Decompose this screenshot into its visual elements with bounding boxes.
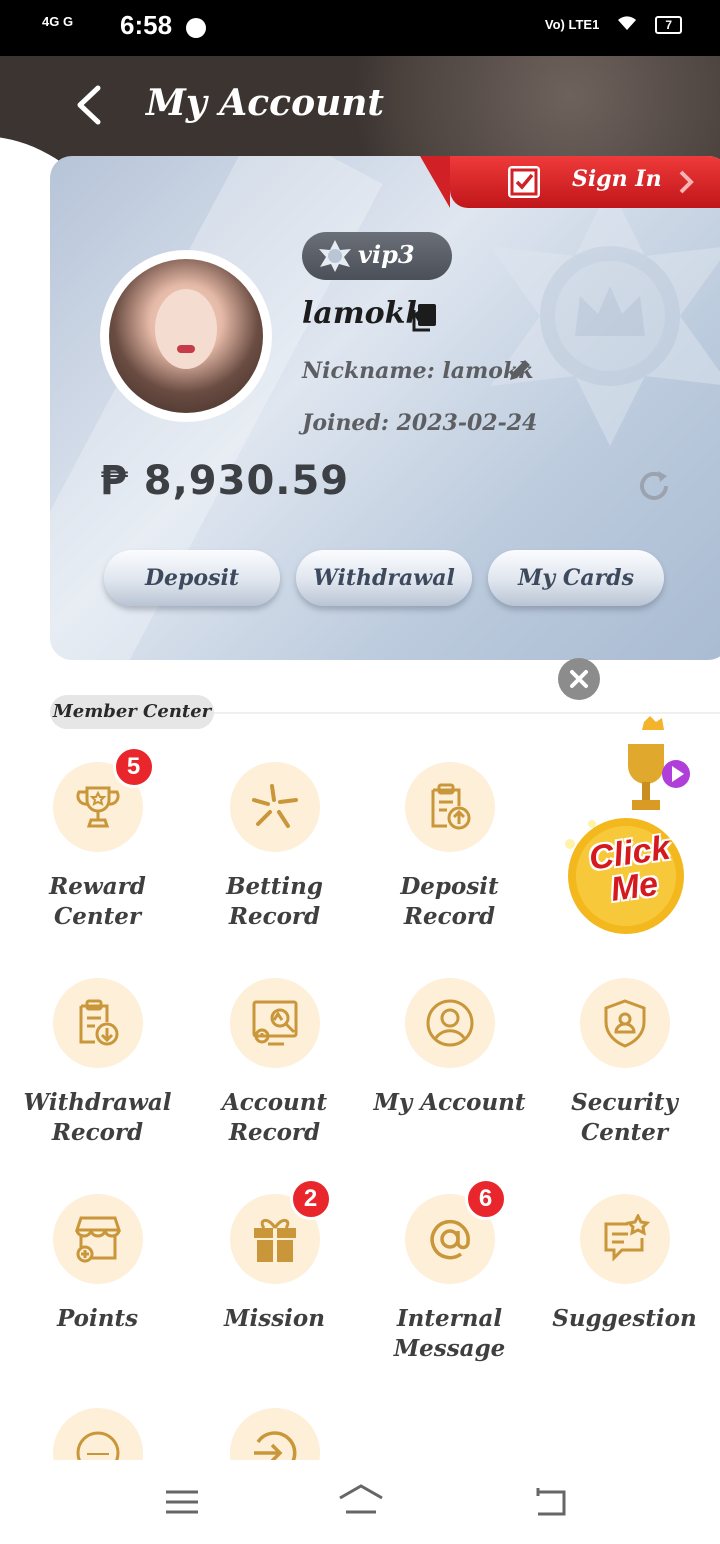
notification-badge: 5 [112,746,155,788]
click-me-promo[interactable]: Click Me [558,716,698,936]
messenger-icon [186,18,206,38]
trophy-icon [75,786,120,828]
menu-label: Reward Center [49,873,146,930]
chat-star-icon [604,1214,650,1262]
menu-label: Internal Message [393,1305,506,1362]
home-icon[interactable] [336,1482,386,1522]
menu-my-account[interactable]: My Account [362,978,537,1118]
notification-badge: 6 [464,1178,507,1220]
sparkle-icon [251,784,298,828]
menu-label: My Account [373,1089,526,1116]
menu-withdrawal-record[interactable]: Withdrawal Record [10,978,185,1148]
vip-medal-icon [319,240,351,272]
menu-label: Deposit Record [400,873,499,930]
menu-label: Betting Record [226,873,323,930]
menu-label: Security Center [571,1089,678,1146]
status-time: 6:58 [120,10,173,40]
clipboard-download-icon [79,999,118,1046]
battery-icon: 7 [655,15,682,34]
wifi-icon [615,14,639,35]
deposit-button[interactable]: Deposit [104,550,280,606]
joined-date: Joined: 2023-02-24 [302,410,538,436]
account-card: Sign In vip3 lamokk Nickname: lamokk Joi… [50,156,720,660]
close-icon [570,670,588,688]
back-nav-icon[interactable] [530,1482,570,1522]
copy-icon[interactable] [410,302,438,332]
menu-account-record[interactable]: Account Record [187,978,362,1148]
my-cards-button[interactable]: My Cards [488,550,664,606]
menu-label: Account Record [221,1089,328,1146]
vip-level: vip3 [358,240,415,269]
network-indicator: 4G G [42,14,74,29]
menu-mission[interactable]: 2 Mission [187,1178,362,1334]
balance-amount: ₱ 8,930.59 [100,458,350,504]
menu-suggestion[interactable]: Suggestion [537,1194,712,1334]
vip-emblem-icon [490,186,720,446]
gift-icon [253,1219,296,1262]
menu-label: Suggestion [552,1305,697,1332]
menu-security-center[interactable]: Security Center [537,978,712,1148]
menu-points[interactable]: Points [10,1194,185,1334]
sign-in-button[interactable]: Sign In [420,156,720,208]
pencil-icon[interactable] [506,356,534,384]
chevron-right-icon [676,170,696,194]
username: lamokk [302,296,427,331]
close-promo-button[interactable] [558,658,600,700]
status-indicators: Vo) LTE1 7 [545,14,682,35]
lte-indicator: Vo) LTE1 [544,17,600,32]
avatar[interactable] [100,250,272,422]
menu-label: Withdrawal Record [23,1089,172,1146]
menu-internal-message[interactable]: 6 Internal Message [362,1178,537,1364]
vip-badge: vip3 [302,232,452,280]
shield-user-icon [604,999,645,1048]
withdrawal-button[interactable]: Withdrawal [296,550,472,606]
menu-betting-record[interactable]: Betting Record [187,762,362,932]
status-bar: 4G G 6:58 Vo) LTE1 7 [0,0,720,56]
menu-label: Points [56,1305,139,1332]
nickname: Nickname: lamokk [302,358,534,384]
menu-reward-center[interactable]: 5 Reward Center [10,746,185,932]
menu-label: Mission [224,1305,325,1332]
notification-badge: 2 [289,1178,332,1220]
user-icon [426,999,473,1047]
menu-deposit-record[interactable]: Deposit Record [362,762,537,932]
clipboard-upload-icon [431,783,470,830]
system-nav-bar [0,1460,720,1544]
sign-in-label: Sign In [572,166,662,192]
menu-icon[interactable] [162,1482,202,1522]
store-icon [74,1216,121,1263]
refresh-icon[interactable] [636,468,672,504]
at-icon [429,1219,470,1260]
checkbox-icon [508,166,540,198]
member-center-title: Member Center [50,695,214,729]
page-title: My Account [146,82,385,124]
chart-search-icon [252,1000,297,1046]
back-icon[interactable] [70,82,110,128]
